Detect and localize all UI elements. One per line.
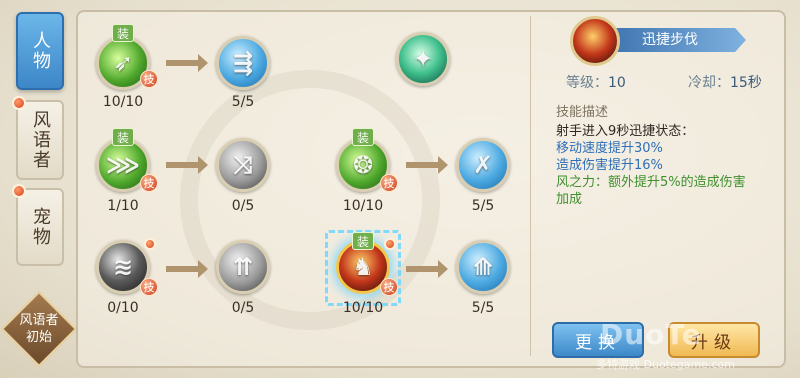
desc-line: 移动速度提升30% bbox=[556, 141, 663, 156]
skill-r2c4[interactable]: ✗ bbox=[456, 138, 510, 192]
skill-level: 0/5 bbox=[231, 300, 255, 316]
selected-skill-icon bbox=[570, 16, 620, 66]
desc-line: 加成 bbox=[556, 192, 583, 207]
arrow-icon bbox=[166, 156, 208, 174]
class-badge-line1: 风语者 bbox=[19, 313, 59, 328]
skill-level: 5/5 bbox=[231, 94, 255, 110]
tab-character[interactable]: 人物 bbox=[16, 12, 64, 90]
notification-dot bbox=[12, 96, 26, 110]
desc-line: 造成伤害提升16% bbox=[556, 158, 663, 173]
desc-line: 射手进入9秒迅捷状态： bbox=[556, 124, 695, 139]
skill-description: 技能描述 射手进入9秒迅捷状态： 移动速度提升30% 造成伤害提升16% 风之力… bbox=[556, 104, 776, 208]
skill-level: 10/10 bbox=[342, 198, 384, 214]
skill-tag: 技 bbox=[380, 174, 398, 192]
tab-pet[interactable]: 宠物 bbox=[16, 188, 64, 266]
skill-level: 0/5 bbox=[231, 198, 255, 214]
trident-arrows-icon: ⇈ bbox=[232, 253, 254, 281]
skill-level: 10/10 bbox=[342, 300, 384, 316]
crossed-bolts-icon: ✗ bbox=[472, 151, 494, 179]
skill-level-info: 等级：10 bbox=[566, 72, 626, 92]
skill-r2c2[interactable]: ⤨ bbox=[216, 138, 270, 192]
skill-r3c2[interactable]: ⇈ bbox=[216, 240, 270, 294]
split-arrows-icon: ⤨ bbox=[233, 151, 253, 179]
skill-tag: 技 bbox=[140, 70, 158, 88]
tab-windspeaker[interactable]: 风语者 bbox=[16, 100, 64, 180]
skill-level: 5/5 bbox=[471, 198, 495, 214]
skill-tag: 技 bbox=[380, 278, 398, 296]
desc-line: 风之力：额外提升5%的造成伤害 bbox=[556, 175, 746, 190]
skill-level: 10/10 bbox=[102, 94, 144, 110]
skill-tag: 技 bbox=[140, 174, 158, 192]
panel-divider bbox=[530, 16, 531, 356]
notification-dot bbox=[144, 238, 156, 250]
desc-title: 技能描述 bbox=[556, 105, 609, 120]
arrow-icon bbox=[406, 156, 448, 174]
cooldown-info: 冷却：15秒 bbox=[688, 72, 762, 92]
arrow-icon bbox=[406, 260, 448, 278]
skill-level: 1/10 bbox=[107, 198, 139, 214]
winged-boot-icon: ⟰ bbox=[472, 253, 494, 281]
equipped-tag: 装 bbox=[112, 128, 134, 146]
arrow-icon bbox=[166, 54, 208, 72]
equipped-tag: 装 bbox=[112, 24, 134, 42]
level-value: 10 bbox=[608, 75, 626, 91]
tab-pet-label: 宠物 bbox=[30, 207, 51, 247]
tab-character-label: 人物 bbox=[30, 31, 51, 71]
site-watermark-sub: 多特游戏 Duotegame.com bbox=[596, 358, 735, 371]
skill-name: 迅捷步伐 bbox=[642, 32, 698, 48]
skill-level: 0/10 bbox=[107, 300, 139, 316]
equipped-tag: 装 bbox=[352, 232, 374, 250]
tab-windspeaker-label: 风语者 bbox=[30, 110, 51, 170]
skill-name-banner: 迅捷步伐 bbox=[610, 28, 746, 52]
site-watermark: DuoTe bbox=[600, 318, 702, 351]
equipped-tag: 装 bbox=[352, 128, 374, 146]
skill-level: 5/5 bbox=[471, 300, 495, 316]
twin-arrows-icon: ⇶ bbox=[232, 49, 254, 77]
skill-r1c2[interactable]: ⇶ bbox=[216, 36, 270, 90]
class-badge[interactable]: 风语者 初始 bbox=[0, 290, 78, 368]
notification-dot bbox=[12, 184, 26, 198]
jade-wind-slash-icon: ✦ bbox=[412, 45, 434, 73]
cooldown-label: 冷却： bbox=[688, 75, 730, 91]
skill-r1c4[interactable]: ✦ bbox=[396, 32, 450, 86]
skill-tag: 技 bbox=[140, 278, 158, 296]
class-badge-text: 风语者 初始 bbox=[19, 312, 58, 346]
class-badge-line2: 初始 bbox=[25, 330, 52, 345]
skill-r3c4[interactable]: ⟰ bbox=[456, 240, 510, 294]
level-label: 等级： bbox=[566, 75, 608, 91]
notification-dot bbox=[384, 238, 396, 250]
cooldown-value: 15秒 bbox=[730, 75, 762, 91]
arrow-icon bbox=[166, 260, 208, 278]
